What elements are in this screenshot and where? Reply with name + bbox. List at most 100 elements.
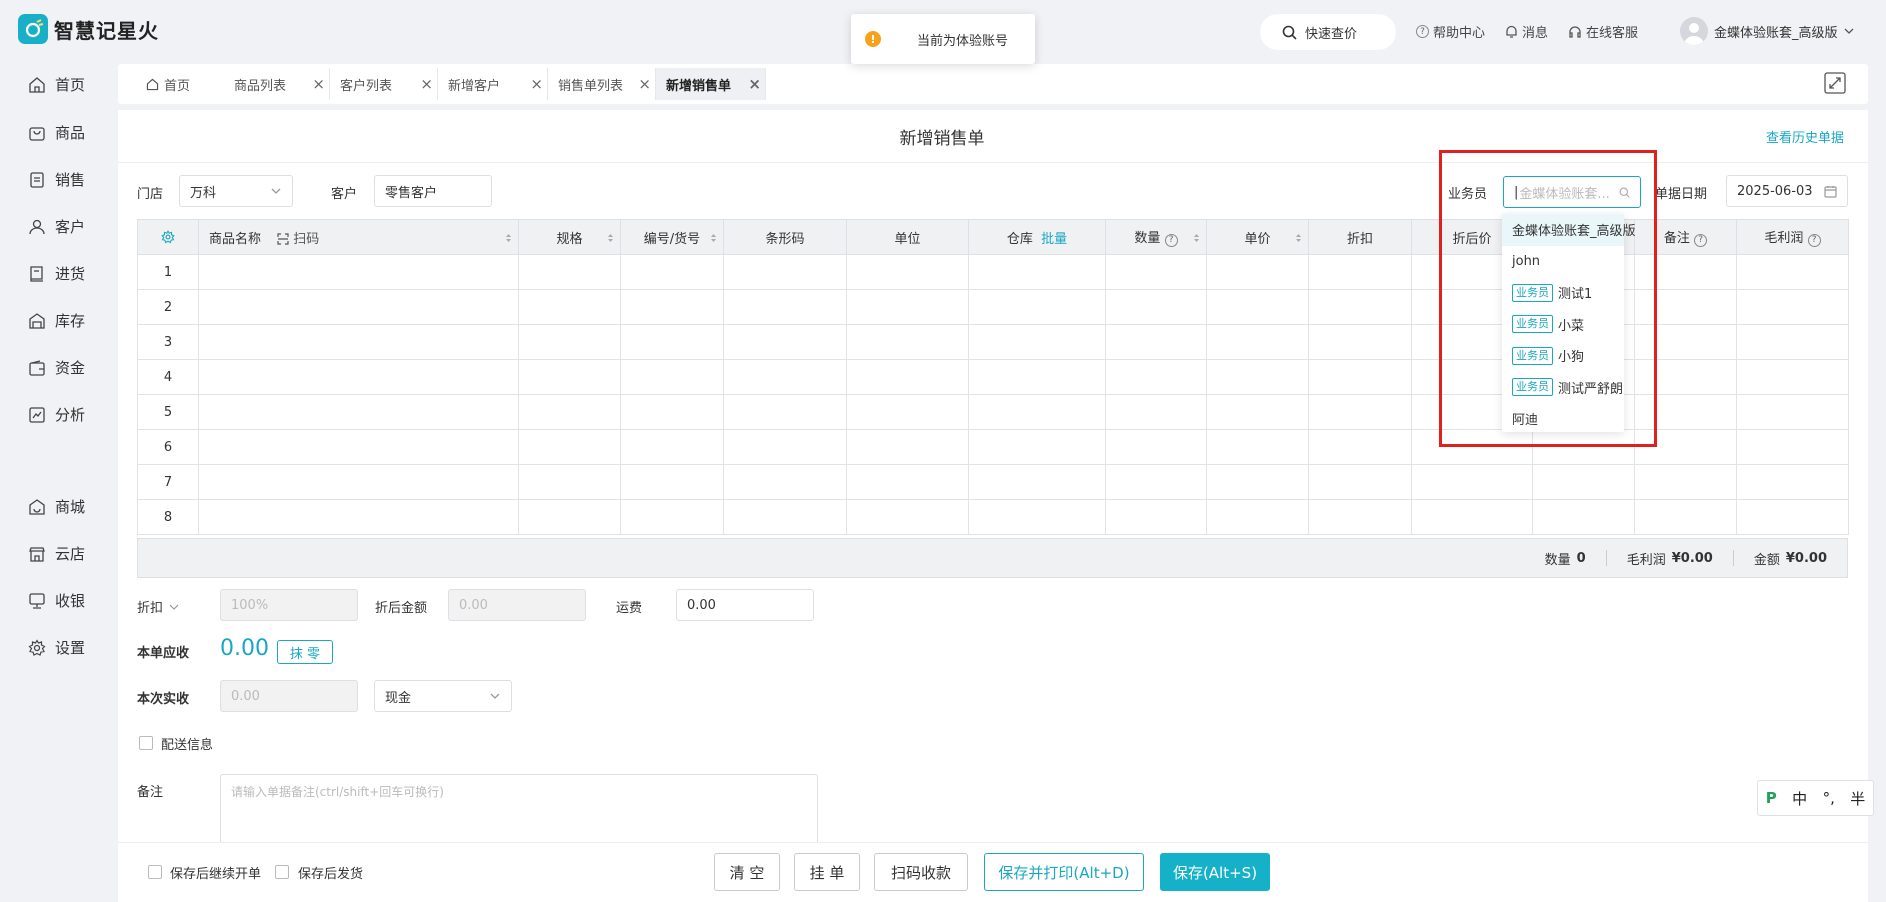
ime-punct[interactable]: °,: [1823, 789, 1835, 807]
batch-link[interactable]: 批量: [1041, 232, 1067, 247]
column-header-spec[interactable]: 规格: [518, 219, 621, 255]
scan-code-link[interactable]: 扫码: [277, 232, 319, 247]
ime-width[interactable]: 半: [1850, 788, 1865, 809]
continue-checkbox[interactable]: [148, 865, 162, 879]
table-cell[interactable]: [518, 394, 621, 430]
payment-method-select[interactable]: 现金: [374, 680, 512, 712]
tab-new-customer[interactable]: 新增客户 ×: [438, 68, 548, 100]
store-select[interactable]: 万科: [179, 175, 293, 207]
table-cell[interactable]: [1105, 359, 1207, 395]
after-discount-input[interactable]: 0.00: [448, 589, 586, 621]
table-cell[interactable]: [198, 499, 519, 535]
table-cell[interactable]: [1736, 289, 1849, 325]
clear-button[interactable]: 清 空: [714, 853, 780, 891]
table-cell[interactable]: [198, 289, 519, 325]
hold-button[interactable]: 挂 单: [794, 853, 860, 891]
table-cell[interactable]: [1532, 499, 1635, 535]
table-cell[interactable]: [1206, 464, 1309, 500]
sidebar-item-analysis[interactable]: 分析: [28, 404, 85, 425]
column-header-unit-price[interactable]: 单价: [1206, 219, 1309, 255]
table-cell[interactable]: [968, 359, 1106, 395]
table-cell[interactable]: [846, 394, 969, 430]
table-cell[interactable]: [1736, 394, 1849, 430]
table-cell[interactable]: [198, 464, 519, 500]
salesperson-select[interactable]: | 金蝶体验账套...: [1503, 176, 1641, 208]
table-cell[interactable]: [968, 394, 1106, 430]
table-cell[interactable]: [620, 359, 724, 395]
delivery-checkbox[interactable]: [139, 736, 153, 750]
dropdown-option[interactable]: 业务员 测试严舒朗: [1502, 372, 1624, 404]
table-cell[interactable]: [518, 429, 621, 465]
ime-lang[interactable]: 中: [1792, 788, 1807, 809]
table-cell[interactable]: [1634, 254, 1737, 290]
table-cell[interactable]: [1736, 464, 1849, 500]
table-cell[interactable]: [723, 429, 847, 465]
table-cell[interactable]: [1634, 359, 1737, 395]
sidebar-item-mall[interactable]: 商城: [28, 496, 85, 517]
sidebar-item-cashier[interactable]: 收银: [28, 590, 85, 611]
sidebar-item-cloud-store[interactable]: 云店: [28, 543, 85, 564]
table-cell[interactable]: [1532, 464, 1635, 500]
table-cell[interactable]: [1411, 464, 1533, 500]
tab-home[interactable]: 首页: [140, 68, 224, 100]
quick-price-search[interactable]: 快速查价: [1260, 14, 1396, 50]
table-cell[interactable]: [1634, 464, 1737, 500]
table-cell[interactable]: [1308, 359, 1412, 395]
tab-new-sales-order[interactable]: 新增销售单 ×: [656, 68, 766, 100]
table-cell[interactable]: [846, 324, 969, 360]
table-cell[interactable]: [846, 359, 969, 395]
table-cell[interactable]: [1105, 254, 1207, 290]
table-cell[interactable]: [723, 499, 847, 535]
table-cell[interactable]: [846, 429, 969, 465]
dropdown-option[interactable]: john: [1502, 246, 1624, 278]
tab-sales-order-list[interactable]: 销售单列表 ×: [548, 68, 656, 100]
remark-textarea[interactable]: 请输入单据备注(ctrl/shift+回车可换行): [220, 774, 818, 844]
table-cell[interactable]: [1308, 394, 1412, 430]
received-input[interactable]: 0.00: [220, 680, 358, 712]
table-cell[interactable]: [1736, 359, 1849, 395]
table-cell[interactable]: [1736, 254, 1849, 290]
close-icon[interactable]: ×: [530, 75, 543, 93]
table-cell[interactable]: [1634, 394, 1737, 430]
sort-icon[interactable]: [505, 233, 512, 243]
sidebar-item-sales[interactable]: 销售: [28, 169, 85, 190]
table-cell[interactable]: [518, 359, 621, 395]
table-cell[interactable]: [1105, 324, 1207, 360]
column-header-quantity[interactable]: 数量 ?: [1105, 219, 1207, 255]
table-cell[interactable]: [1308, 429, 1412, 465]
table-cell[interactable]: [198, 324, 519, 360]
table-cell[interactable]: [1634, 324, 1737, 360]
table-cell[interactable]: [1206, 359, 1309, 395]
table-cell[interactable]: [1105, 289, 1207, 325]
help-center-link[interactable]: ? 帮助中心: [1416, 22, 1485, 41]
table-cell[interactable]: [518, 254, 621, 290]
table-cell[interactable]: [1105, 394, 1207, 430]
table-cell[interactable]: [1206, 499, 1309, 535]
table-cell[interactable]: [846, 464, 969, 500]
user-menu[interactable]: 金蝶体验账套_高级版: [1680, 17, 1854, 45]
sidebar-item-inventory[interactable]: 库存: [28, 310, 85, 331]
table-cell[interactable]: [518, 464, 621, 500]
table-cell[interactable]: [1206, 324, 1309, 360]
table-cell[interactable]: [968, 289, 1106, 325]
table-cell[interactable]: [198, 359, 519, 395]
ship-checkbox[interactable]: [275, 865, 289, 879]
column-settings-cell[interactable]: [137, 219, 199, 255]
table-cell[interactable]: [723, 394, 847, 430]
table-cell[interactable]: [620, 324, 724, 360]
table-cell[interactable]: [1634, 289, 1737, 325]
close-icon[interactable]: ×: [420, 75, 433, 93]
freight-input[interactable]: 0.00: [676, 589, 814, 621]
online-service-link[interactable]: 在线客服: [1568, 22, 1638, 41]
table-cell[interactable]: [198, 394, 519, 430]
table-cell[interactable]: [1206, 429, 1309, 465]
table-cell[interactable]: [620, 429, 724, 465]
dropdown-option[interactable]: 业务员 小狗: [1502, 340, 1624, 372]
table-cell[interactable]: [1105, 429, 1207, 465]
dropdown-option[interactable]: 业务员 小菜: [1502, 309, 1624, 341]
column-header-product-name[interactable]: 商品名称 扫码: [198, 219, 519, 255]
table-cell[interactable]: [968, 429, 1106, 465]
sort-icon[interactable]: [1295, 233, 1302, 243]
dropdown-option[interactable]: 金蝶体验账套_高级版: [1502, 214, 1636, 246]
table-cell[interactable]: [198, 429, 519, 465]
